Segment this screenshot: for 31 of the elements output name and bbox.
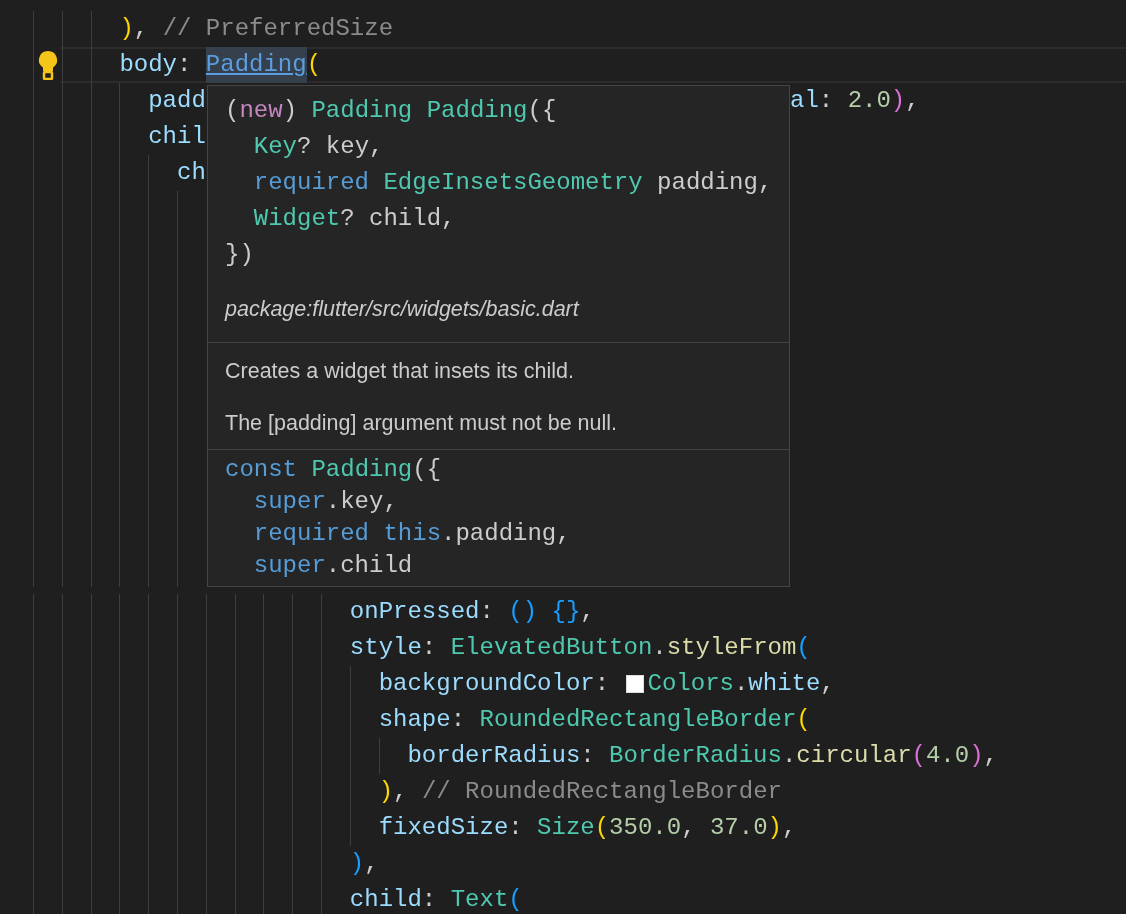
signature-line: Key? key, bbox=[252, 132, 385, 162]
signature-line: required EdgeInsetsGeometry padding, bbox=[252, 168, 772, 198]
code-text: padd bbox=[148, 86, 206, 116]
code-text: chil bbox=[148, 122, 206, 152]
code-text: ), // PreferredSize bbox=[119, 14, 394, 44]
code-text: ch bbox=[177, 158, 206, 188]
code-text: style: ElevatedButton.styleFrom( bbox=[349, 633, 811, 663]
source-path: package:flutter/src/widgets/basic.dart bbox=[225, 296, 581, 323]
declaration-line: super.child bbox=[252, 551, 414, 581]
code-text: body: bbox=[119, 50, 193, 80]
signature-line: (new) Padding Padding({ bbox=[225, 96, 558, 126]
code-text: ( bbox=[306, 50, 322, 80]
lightbulb-icon[interactable] bbox=[38, 50, 58, 80]
code-text: Colors.white, bbox=[647, 669, 835, 699]
code-text: fixedSize: Size(350.0, 37.0), bbox=[378, 813, 797, 843]
declaration-line: const Padding({ bbox=[225, 455, 443, 485]
code-text: child: Text( bbox=[349, 885, 523, 914]
signature-line: Widget? child, bbox=[252, 204, 457, 234]
code-text: borderRadius: BorderRadius.circular(4.0), bbox=[407, 741, 998, 771]
code-text: onPressed: () {}, bbox=[349, 597, 595, 627]
signature-line: }) bbox=[225, 240, 255, 270]
doc-paragraph: Creates a widget that insets its child. bbox=[225, 358, 575, 385]
code-text: backgroundColor: bbox=[378, 669, 611, 699]
hovered-identifier[interactable]: Padding bbox=[205, 47, 307, 83]
code-text: ), bbox=[349, 849, 379, 879]
doc-paragraph: The [padding] argument must not be null. bbox=[225, 410, 619, 437]
code-text: ), // RoundedRectangleBorder bbox=[378, 777, 782, 807]
code-text: al: 2.0), bbox=[790, 86, 920, 116]
code-text: shape: RoundedRectangleBorder( bbox=[378, 705, 811, 735]
declaration-line: super.key, bbox=[252, 487, 399, 517]
declaration-line: required this.padding, bbox=[252, 519, 572, 549]
